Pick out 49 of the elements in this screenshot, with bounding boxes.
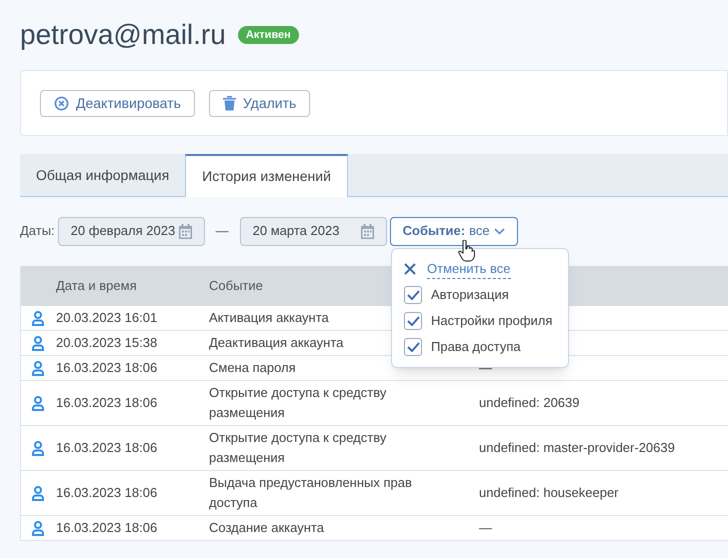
cancel-circle-icon	[54, 96, 69, 110]
trash-icon	[222, 96, 236, 110]
table-cell-text: undefined: 20639	[479, 394, 580, 412]
action-button[interactable]: Деактивировать	[40, 90, 195, 116]
checkbox[interactable]	[404, 286, 422, 304]
page-title: petrova@mail.ru	[20, 21, 226, 49]
event-option[interactable]: Настройки профиля	[404, 310, 564, 331]
column-header: Событие	[209, 277, 263, 296]
table-cell-text: undefined: master-provider-20639	[479, 439, 675, 457]
table-cell-text: —	[479, 519, 492, 537]
table-cell: Открытие доступа к средству размещения	[209, 430, 386, 465]
table-cell-text: 16.03.2023 18:06	[56, 484, 158, 502]
user-icon	[32, 486, 44, 500]
status-badge: Активен	[238, 26, 299, 44]
table-cell: Смена пароля	[209, 360, 296, 375]
event-filter-dropdown[interactable]: Событие: все	[390, 216, 518, 246]
table-cell-text: 16.03.2023 18:06	[56, 359, 158, 377]
table-cell-text: 16.03.2023 18:06	[56, 394, 158, 412]
date-to-field[interactable]: 20 марта 2023	[240, 216, 387, 246]
table-cell-text: —	[479, 359, 492, 377]
action-button[interactable]: Удалить	[208, 90, 310, 116]
chevron-down-icon	[494, 228, 505, 234]
table-cell: Создание аккаунта	[209, 520, 324, 535]
user-icon	[32, 310, 44, 326]
date-separator: —	[216, 222, 229, 240]
date-from-field[interactable]: 20 февраля 2023	[58, 216, 205, 246]
table-cell-text: 20.03.2023 15:38	[56, 334, 158, 352]
tab[interactable]: История изменений	[185, 154, 348, 197]
tab[interactable]: Общая информация	[20, 154, 186, 196]
table-cell-text: undefined: housekeeper	[479, 484, 619, 502]
user-icon	[32, 520, 44, 536]
table-cell: Активация аккаунта	[209, 310, 329, 325]
column-header: Дата и время	[56, 277, 138, 296]
table-cell-text: 16.03.2023 18:06	[56, 439, 158, 457]
user-icon	[32, 360, 44, 376]
event-option[interactable]: Авторизация	[404, 284, 564, 305]
table-cell: Выдача предустановленных прав доступа	[209, 475, 412, 510]
event-option[interactable]: Права доступа	[404, 336, 564, 357]
user-icon	[32, 336, 44, 350]
table-cell-text: 20.03.2023 16:01	[56, 309, 158, 327]
user-icon	[32, 440, 44, 456]
table-cell: Открытие доступа к средству размещения	[209, 385, 386, 420]
close-icon	[404, 263, 416, 275]
dates-label: Даты:	[20, 222, 55, 240]
checkbox[interactable]	[404, 312, 422, 330]
table-cell: Деактивация аккаунта	[209, 335, 344, 350]
checkbox[interactable]	[404, 338, 422, 356]
user-icon	[32, 396, 44, 410]
table-cell-text: 16.03.2023 18:06	[56, 519, 158, 537]
